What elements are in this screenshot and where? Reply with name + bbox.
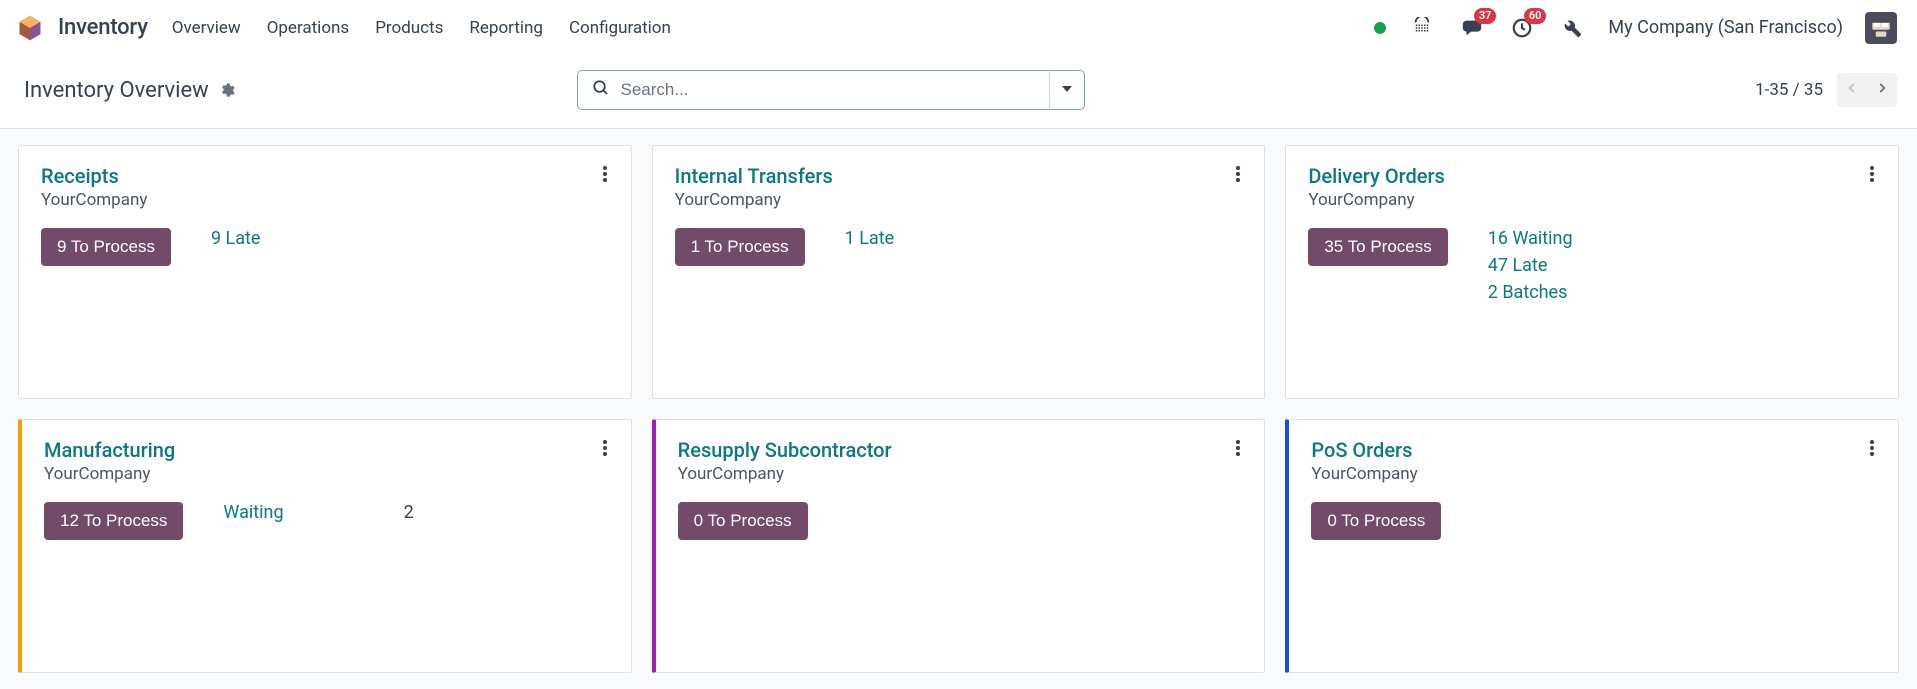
process-button[interactable]: 12 To Process (44, 502, 183, 540)
kanban-card[interactable]: Internal TransfersYourCompany 1 To Proces… (652, 145, 1266, 399)
card-stat-value: 2 (404, 502, 414, 523)
card-header: PoS OrdersYourCompany (1311, 438, 1876, 484)
card-header: Internal TransfersYourCompany (675, 164, 1243, 210)
search-input[interactable] (620, 80, 1039, 100)
process-button[interactable]: 1 To Process (675, 228, 805, 266)
pager-buttons (1837, 73, 1897, 107)
card-kebab-menu[interactable] (601, 164, 609, 188)
top-navbar: Inventory Overview Operations Products R… (0, 0, 1917, 56)
card-title[interactable]: Manufacturing (44, 438, 175, 462)
kanban-card[interactable]: Resupply SubcontractorYourCompany 0 To Pr… (652, 419, 1266, 673)
card-kebab-menu[interactable] (1234, 164, 1242, 188)
messages-icon[interactable]: 37 (1458, 14, 1486, 42)
card-kebab-menu[interactable] (1234, 438, 1242, 462)
card-title[interactable]: Resupply Subcontractor (678, 438, 892, 462)
card-title[interactable]: Internal Transfers (675, 164, 833, 188)
activities-badge: 60 (1524, 8, 1547, 24)
kebab-icon (1236, 170, 1240, 186)
search-wrap (577, 70, 1085, 110)
chevron-right-icon (1875, 81, 1889, 99)
search-options-toggle[interactable] (1049, 70, 1085, 110)
activities-clock-icon[interactable]: 60 (1508, 14, 1536, 42)
card-title[interactable]: Receipts (41, 164, 147, 188)
breadcrumb: Inventory Overview (24, 78, 235, 103)
voip-phone-icon[interactable] (1408, 14, 1436, 42)
app-logo-icon[interactable] (16, 14, 44, 42)
card-subtitle: YourCompany (44, 464, 175, 484)
card-subtitle: YourCompany (41, 190, 147, 210)
card-title[interactable]: Delivery Orders (1308, 164, 1445, 188)
nav-left: Inventory Overview Operations Products R… (16, 14, 671, 42)
card-subtitle: YourCompany (675, 190, 833, 210)
card-stat-link[interactable]: 2 Batches (1488, 282, 1573, 303)
card-stats: 9 Late (211, 228, 261, 249)
card-stat-plain: Waiting 2 (223, 502, 413, 523)
card-stats: 1 Late (845, 228, 895, 249)
tools-wrench-icon[interactable] (1558, 14, 1586, 42)
kebab-icon (603, 170, 607, 186)
card-header: Resupply SubcontractorYourCompany (678, 438, 1243, 484)
nav-overview[interactable]: Overview (172, 18, 241, 38)
app-name[interactable]: Inventory (58, 15, 148, 40)
card-stats: 16 Waiting 47 Late 2 Batches (1488, 228, 1573, 303)
card-subtitle: YourCompany (1311, 464, 1417, 484)
card-body: 0 To Process (1311, 502, 1876, 540)
user-avatar[interactable] (1865, 12, 1897, 44)
presence-status-icon (1374, 22, 1386, 34)
card-stat-link[interactable]: 16 Waiting (1488, 228, 1573, 249)
pager-next-button[interactable] (1867, 73, 1897, 107)
kebab-icon (1870, 444, 1874, 460)
messages-badge: 37 (1474, 8, 1497, 24)
page-title: Inventory Overview (24, 78, 209, 103)
card-header: ManufacturingYourCompany (44, 438, 609, 484)
card-stat-link[interactable]: 9 Late (211, 228, 261, 249)
process-button[interactable]: 0 To Process (678, 502, 808, 540)
card-subtitle: YourCompany (678, 464, 892, 484)
card-title[interactable]: PoS Orders (1311, 438, 1417, 462)
kebab-icon (603, 444, 607, 460)
card-subtitle: YourCompany (1308, 190, 1445, 210)
kanban-board: ReceiptsYourCompany9 To Process9 LateInt… (0, 129, 1917, 689)
pager-prev-button[interactable] (1837, 73, 1867, 107)
view-settings-gear-icon[interactable] (219, 82, 235, 98)
card-stat-link[interactable]: 1 Late (845, 228, 895, 249)
card-stat-label[interactable]: Waiting (223, 502, 283, 523)
nav-reporting[interactable]: Reporting (469, 18, 543, 38)
card-body: 1 To Process 1 Late (675, 228, 1243, 266)
kanban-card[interactable]: ReceiptsYourCompany 9 To Process 9 Late (18, 145, 632, 399)
card-body: 0 To Process (678, 502, 1243, 540)
card-body: 12 To Process Waiting 2 (44, 502, 609, 540)
card-header: ReceiptsYourCompany (41, 164, 609, 210)
card-body: 9 To Process 9 Late (41, 228, 609, 266)
card-body: 35 To Process 16 Waiting 47 Late 2 Batches (1308, 228, 1876, 303)
search-box[interactable] (577, 70, 1049, 110)
kanban-card[interactable]: Delivery OrdersYourCompany 35 To Process 1… (1285, 145, 1899, 399)
process-button[interactable]: 9 To Process (41, 228, 171, 266)
card-stat-link[interactable]: 47 Late (1488, 255, 1573, 276)
card-kebab-menu[interactable] (601, 438, 609, 462)
nav-products[interactable]: Products (375, 18, 443, 38)
company-selector[interactable]: My Company (San Francisco) (1608, 17, 1843, 38)
nav-operations[interactable]: Operations (267, 18, 350, 38)
card-kebab-menu[interactable] (1868, 164, 1876, 188)
pager-text: 1-35 / 35 (1755, 80, 1823, 100)
card-kebab-menu[interactable] (1868, 438, 1876, 462)
kanban-card[interactable]: PoS OrdersYourCompany 0 To Process (1285, 419, 1899, 673)
control-bar: Inventory Overview 1-35 / 35 (0, 56, 1917, 129)
kebab-icon (1236, 444, 1240, 460)
caret-down-icon (1062, 82, 1072, 98)
process-button[interactable]: 35 To Process (1308, 228, 1447, 266)
search-icon (592, 79, 610, 101)
kebab-icon (1870, 170, 1874, 186)
nav-right: 37 60 My Company (San Francisco) (1374, 12, 1897, 44)
pager: 1-35 / 35 (1755, 73, 1897, 107)
card-header: Delivery OrdersYourCompany (1308, 164, 1876, 210)
nav-menu: Overview Operations Products Reporting C… (172, 18, 671, 38)
process-button[interactable]: 0 To Process (1311, 502, 1441, 540)
chevron-left-icon (1845, 81, 1859, 99)
nav-configuration[interactable]: Configuration (569, 18, 671, 38)
kanban-card[interactable]: ManufacturingYourCompany 12 To Process Wai… (18, 419, 632, 673)
